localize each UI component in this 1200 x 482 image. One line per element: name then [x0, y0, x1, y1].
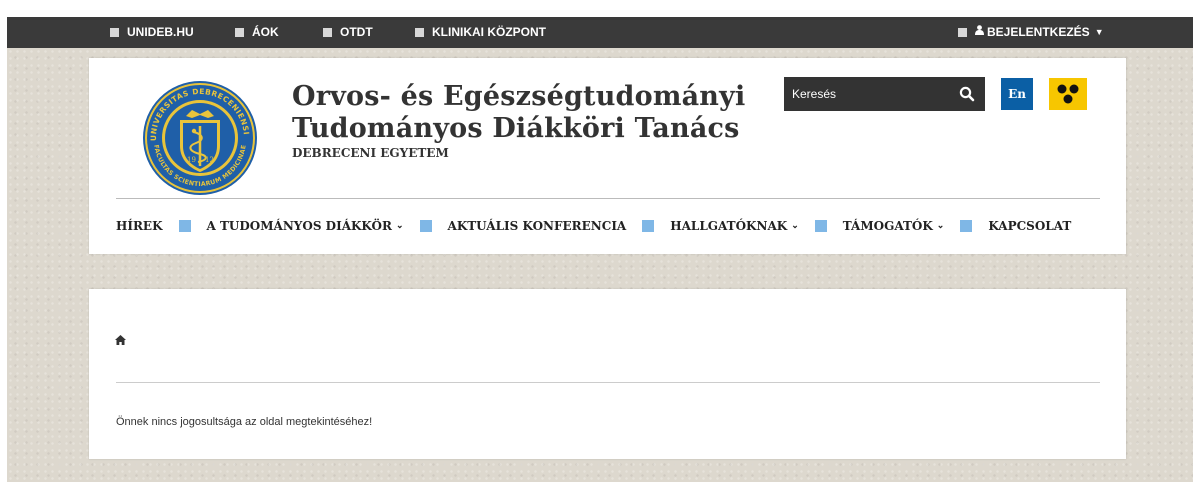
header-card: UNIVERSITAS DEBRECENIENSIS FACULTAS SCIE…	[89, 58, 1126, 254]
access-denied-message: Önnek nincs jogosultsága az oldal megtek…	[116, 416, 373, 428]
chevron-down-icon: ⌄	[395, 221, 404, 231]
accessibility-button[interactable]	[1049, 78, 1087, 110]
login-dropdown[interactable]: BEJELENTKEZÉS ▼	[958, 17, 1104, 48]
svg-text:12: 12	[205, 156, 214, 164]
square-icon	[235, 28, 244, 37]
chevron-down-icon: ⌄	[936, 221, 945, 231]
content-card: Önnek nincs jogosultsága az oldal megtek…	[89, 289, 1126, 459]
header-divider	[116, 198, 1100, 199]
svg-text:19: 19	[187, 156, 196, 164]
topbar-link-klinikai-kozpont[interactable]: KLINIKAI KÖZPONT	[415, 17, 546, 48]
nav-separator	[960, 220, 973, 232]
search-box	[784, 77, 985, 111]
caret-down-icon: ▼	[1094, 27, 1104, 37]
nav-item-aktualis-konferencia[interactable]: AKTUÁLIS KONFERENCIA	[448, 219, 627, 233]
nav-item-kapcsolat[interactable]: KAPCSOLAT	[988, 219, 1071, 233]
top-bar: UNIDEB.HU ÁOK OTDT KLINIKAI KÖZPONT BEJE…	[7, 17, 1193, 48]
nav-separator	[814, 220, 827, 232]
site-title-line-1: Orvos- és Egészségtudományi	[292, 81, 746, 112]
topbar-link-otdt[interactable]: OTDT	[323, 17, 373, 48]
content-divider	[116, 382, 1100, 383]
topbar-link-aok[interactable]: ÁOK	[235, 17, 279, 48]
nav-separator	[178, 220, 191, 232]
accessibility-icon	[1057, 84, 1079, 104]
nav-separator	[642, 220, 655, 232]
nav-item-hirek[interactable]: HÍREK	[116, 219, 163, 233]
square-icon	[110, 28, 119, 37]
nav-item-tamogatok[interactable]: TÁMOGATÓK ⌄	[843, 219, 945, 233]
nav-separator	[419, 220, 432, 232]
chevron-down-icon: ⌄	[791, 221, 799, 231]
nav-item-hallgatoknak[interactable]: HALLGATÓKNAK ⌄	[670, 219, 799, 233]
square-icon	[958, 28, 967, 37]
site-title-line-2: Tudományos Diákköri Tanács	[292, 113, 740, 144]
university-logo[interactable]: UNIVERSITAS DEBRECENIENSIS FACULTAS SCIE…	[139, 73, 258, 196]
site-subtitle: DEBRECENI EGYETEM	[292, 146, 449, 160]
topbar-link-unideb[interactable]: UNIDEB.HU	[110, 17, 194, 48]
search-icon[interactable]	[959, 86, 975, 102]
main-navigation: HÍREK A TUDOMÁNYOS DIÁKKÖR ⌄ AKTUÁLIS KO…	[116, 218, 1071, 234]
search-input[interactable]	[790, 78, 944, 110]
language-english-button[interactable]: En	[1001, 78, 1033, 110]
nav-item-tudomanyos-diakkor[interactable]: A TUDOMÁNYOS DIÁKKÖR ⌄	[207, 219, 404, 233]
home-icon[interactable]	[115, 332, 126, 345]
user-icon	[975, 17, 984, 48]
square-icon	[415, 28, 424, 37]
square-icon	[323, 28, 332, 37]
